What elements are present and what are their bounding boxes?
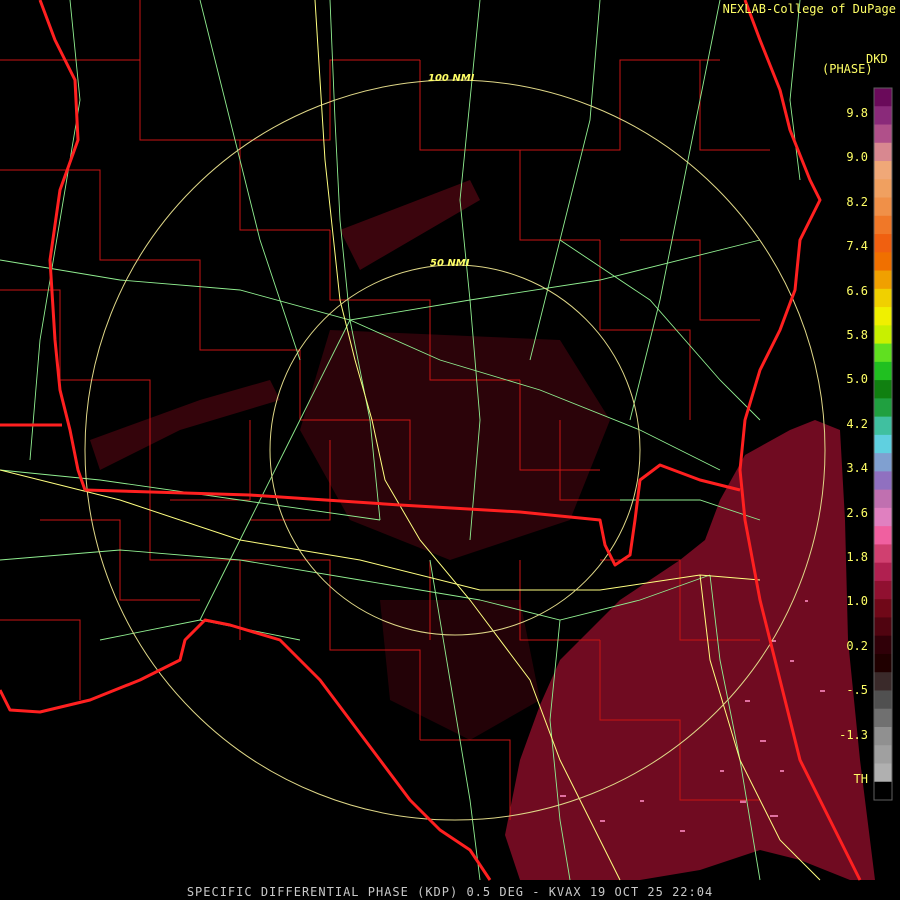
legend-tick-label: 2.6 xyxy=(846,505,868,520)
echo-light-band-2 xyxy=(90,380,280,470)
legend-tick-label: -1.3 xyxy=(839,727,868,742)
legend-tick-label: 8.2 xyxy=(846,194,868,209)
radar-map xyxy=(0,0,875,881)
al-ga-border xyxy=(38,0,87,491)
radar-echoes xyxy=(90,180,875,880)
legend-tick-label: 9.8 xyxy=(846,106,868,120)
echo-light-band xyxy=(340,180,480,270)
legend-tick-label: 5.8 xyxy=(846,328,868,342)
legend-tick-label: 4.2 xyxy=(846,416,868,431)
legend-tick-label: TH xyxy=(853,772,868,786)
legend-tick-label: 0.2 xyxy=(846,638,868,653)
legend-tick-label: 1.0 xyxy=(846,594,868,609)
legend-tick-label: 7.4 xyxy=(846,239,868,254)
legend-tick-label: 9.0 xyxy=(846,150,868,165)
credit-label: NEXLAB-College of DuPage xyxy=(722,2,896,16)
product-footer: SPECIFIC DIFFERENTIAL PHASE (KDP) 0.5 DE… xyxy=(186,885,714,899)
legend-tick-label: -.5 xyxy=(846,683,868,698)
range-ring-label-50: 50 NMI xyxy=(430,258,470,269)
units-label: (PHASE) xyxy=(822,62,873,76)
legend-tick-label: 5.0 xyxy=(846,372,868,387)
legend-tick-label: 1.8 xyxy=(846,550,868,564)
legend-tick-label: 3.4 xyxy=(846,461,868,476)
legend-tick-label: 6.6 xyxy=(846,283,868,298)
range-ring-label-100: 100 NMI xyxy=(428,73,475,84)
echo-light-south xyxy=(380,600,540,740)
